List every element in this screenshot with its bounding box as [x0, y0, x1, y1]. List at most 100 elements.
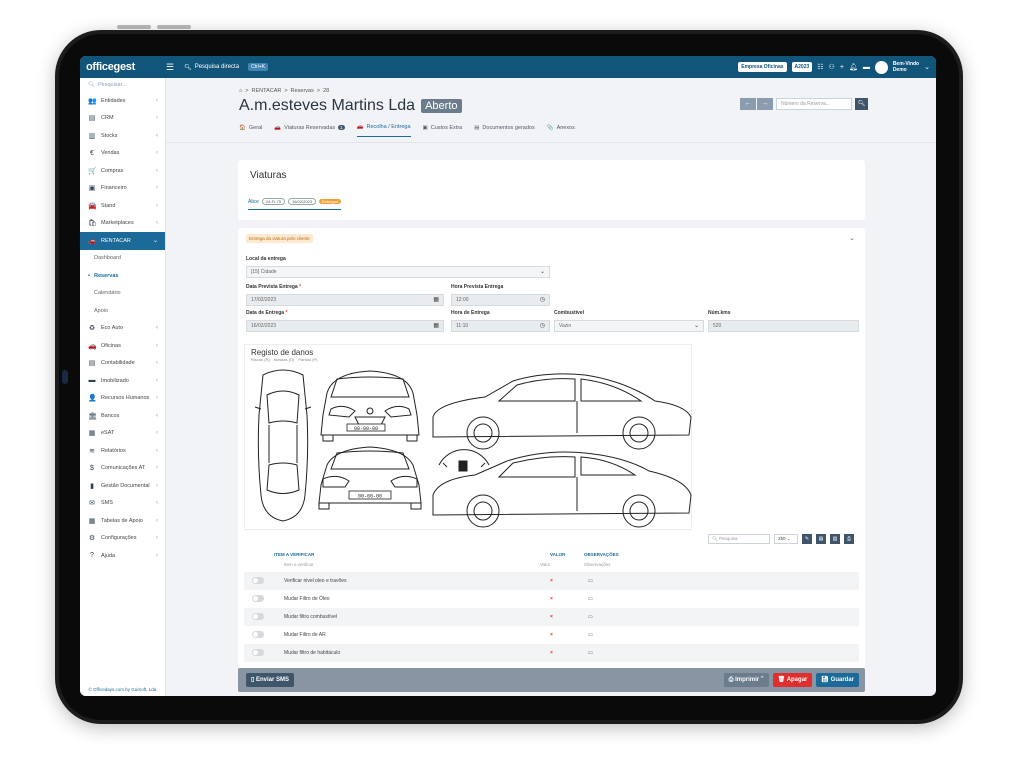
sidebar-search-input[interactable]: Pesquisar... [98, 82, 127, 88]
delivery-time-input[interactable]: 11:10 ◷ [451, 320, 550, 332]
tab[interactable]: ▤ Documentos gerados [474, 124, 534, 137]
sidebar-item[interactable]: $ Comunicações AT ‹ [80, 460, 165, 478]
tab[interactable]: 📎 Anexos [547, 124, 575, 137]
table-search-input[interactable]: 🔍︎ Pesquisa [708, 534, 770, 544]
toggle-switch[interactable] [252, 577, 264, 584]
next-button[interactable]: → [757, 98, 773, 110]
sidebar-item[interactable]: ▤ CRM ‹ [80, 110, 165, 128]
row-value[interactable]: × [550, 614, 553, 620]
print-button[interactable]: ⎙ Imprimir ⌃ [723, 673, 769, 687]
sidebar-item[interactable]: 👤 Recursos Humanos ‹ [80, 390, 165, 408]
filter-value[interactable]: Valor [540, 562, 550, 567]
toggle-switch[interactable] [252, 595, 264, 602]
sidebar-item[interactable]: 🚘 Stand ‹ [80, 197, 165, 215]
group-icon[interactable]: ⚇ [829, 63, 835, 71]
chevron-down-icon[interactable]: ⌄ [849, 234, 855, 242]
sidebar-item[interactable]: ▣ Financeiro ‹ [80, 180, 165, 198]
col-notes[interactable]: OBSERVAÇÕES [584, 552, 619, 557]
sidebar-search[interactable]: 🔍︎ Pesquisar... [80, 78, 165, 92]
tab[interactable]: ▣ Custos Extra [423, 124, 463, 137]
tab[interactable]: 🏠 Geral [239, 124, 262, 137]
print-icon[interactable]: ⎙ [844, 534, 854, 544]
flag-icon[interactable]: ▬ [863, 64, 870, 71]
chevron-down-icon[interactable]: ⌄ [924, 63, 930, 71]
sidebar-item[interactable]: ≋ Relatórios ‹ [80, 442, 165, 460]
row-value[interactable]: × [550, 596, 553, 602]
sidebar-item[interactable]: ? Ajuda ‹ [80, 547, 165, 565]
planned-time-input[interactable]: 12:00 ◷ [451, 294, 550, 306]
comment-icon[interactable]: ▭ [588, 614, 593, 620]
comment-icon[interactable]: ▭ [588, 650, 593, 656]
col-item[interactable]: ITEM A VERIFICAR [274, 552, 314, 557]
clock-icon[interactable]: ◷ [540, 295, 545, 305]
table-row[interactable]: Mudar Filtro de AR × ▭ [244, 626, 859, 644]
sidebar-item[interactable]: ▬ Imobilizado ‹ [80, 372, 165, 390]
table-row[interactable]: Mudar filtro de habitáculo × ▭ [244, 644, 859, 662]
kms-input[interactable]: 520 [708, 320, 859, 332]
car-damage-diagram[interactable]: 00-00-00 00-00-00 [245, 345, 693, 531]
avatar[interactable] [874, 60, 888, 74]
plus-icon[interactable]: + [840, 64, 844, 71]
col-value[interactable]: VALOR [550, 552, 565, 557]
filter-item[interactable]: Item a verificar [284, 562, 314, 567]
local-select[interactable]: [15] Cidade ⌄ [246, 266, 550, 278]
sidebar-item[interactable]: 🛒 Compras ‹ [80, 162, 165, 180]
table-row[interactable]: Mudar Filtro de Óleo × ▭ [244, 590, 859, 608]
comment-icon[interactable]: ▭ [588, 578, 593, 584]
sidebar-item[interactable]: 🚗 RENTACAR ⌄ [80, 232, 165, 250]
clock-icon[interactable]: ◷ [540, 321, 545, 331]
sidebar-item[interactable]: € Vendas ‹ [80, 145, 165, 163]
breadcrumb-item[interactable]: RENTACAR [252, 88, 282, 94]
fuel-select[interactable]: Vazio ⌄ [554, 320, 704, 332]
pdf-icon[interactable]: ▤ [816, 534, 826, 544]
comment-icon[interactable]: ▭ [588, 596, 593, 602]
sidebar-item[interactable]: ⚙ Configurações ‹ [80, 530, 165, 548]
vehicle-tab[interactable]: Alice 24-FI-75 16/02/2023 Entregue [248, 198, 342, 210]
row-value[interactable]: × [550, 632, 553, 638]
save-button[interactable]: 💾︎ Guardar [816, 673, 859, 687]
filter-notes[interactable]: Observações [584, 562, 611, 567]
reservation-number-input[interactable]: Número da Reserva... [776, 98, 852, 110]
sidebar-item[interactable]: ▥ Stocks ‹ [80, 127, 165, 145]
table-row[interactable]: Verificar nivel oleo e travões × ▭ [244, 572, 859, 590]
edit-icon[interactable]: ✎ [802, 534, 812, 544]
bell-icon[interactable]: 🔔︎ [849, 63, 858, 71]
row-value[interactable]: × [550, 650, 553, 656]
user-menu[interactable]: Bem-Vindo Demo [893, 61, 919, 73]
toggle-switch[interactable] [252, 631, 264, 638]
table-row[interactable]: Mudar filtro combustível × ▭ [244, 608, 859, 626]
calendar-icon[interactable]: ▦ [433, 321, 439, 331]
delete-button[interactable]: 🗑︎ Apagar [772, 673, 813, 687]
sidebar-item[interactable]: 🛍 Marketplaces ‹ [80, 215, 165, 233]
excel-icon[interactable]: ▥ [830, 534, 840, 544]
sidebar-item[interactable]: 👥 Entidades ‹ [80, 92, 165, 110]
sidebar-subitem[interactable]: Dashboard [80, 250, 165, 268]
breadcrumb-item[interactable]: Reservas [291, 88, 314, 94]
sidebar-subitem[interactable]: Calendário [80, 285, 165, 303]
delivery-date-input[interactable]: 16/02/2023 ▦ [246, 320, 444, 332]
search-button[interactable]: 🔍︎ [855, 98, 868, 110]
page-size-select[interactable]: 250 ⌄ [774, 534, 798, 544]
company-selector[interactable]: Empresa Oficinas [738, 62, 787, 72]
toggle-switch[interactable] [252, 649, 264, 656]
sidebar-item[interactable]: ▮ Gestão Documental ‹ [80, 477, 165, 495]
sidebar-item[interactable]: ✉ SMS ‹ [80, 495, 165, 513]
year-selector[interactable]: A2023 [791, 62, 813, 72]
send-sms-button[interactable]: ▯ Enviar SMS [246, 673, 294, 687]
sidebar-subitem[interactable]: Apoio [80, 302, 165, 320]
sidebar-item[interactable]: ▤ Contabilidade ‹ [80, 355, 165, 373]
sidebar-item[interactable]: ▦ Tabelas de Apoio ‹ [80, 512, 165, 530]
calendar-icon[interactable]: ▦ [433, 295, 439, 305]
sidebar-footer[interactable]: © Officedays.com by GuiSoft, Lda. [80, 687, 166, 692]
menu-icon[interactable]: ☰ [166, 62, 174, 73]
tab[interactable]: 🚗 Viaturas Reservadas 1 [274, 124, 345, 137]
home-icon[interactable]: ⌂ [239, 88, 242, 94]
comment-icon[interactable]: ▭ [588, 632, 593, 638]
sidebar-item[interactable]: 🏛 Bancos ‹ [80, 407, 165, 425]
sidebar-item[interactable]: 🚗 Oficinas ‹ [80, 337, 165, 355]
app-logo[interactable]: officegest [80, 56, 166, 78]
planned-date-input[interactable]: 17/02/2023 ▦ [246, 294, 444, 306]
list-icon[interactable]: ☷ [817, 63, 823, 71]
toggle-switch[interactable] [252, 613, 264, 620]
previous-button[interactable]: ← [740, 98, 756, 110]
